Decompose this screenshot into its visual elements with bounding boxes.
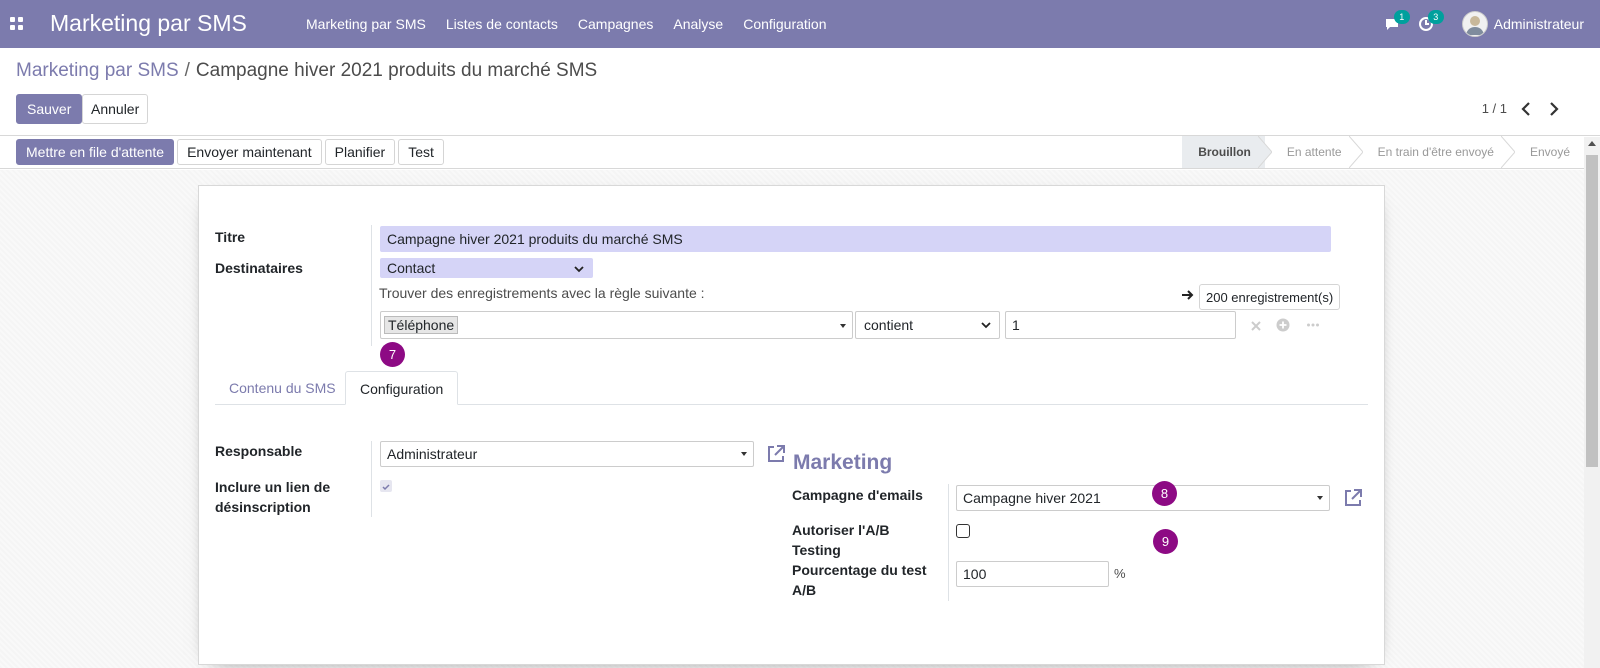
rule-operator-value: contient	[864, 317, 914, 333]
recipients-label: Destinataires	[215, 260, 303, 276]
stage-sent[interactable]: Envoyé	[1508, 136, 1584, 168]
ab-testing-checkbox[interactable]	[956, 524, 970, 538]
menu-item-analysis[interactable]: Analyse	[663, 16, 733, 32]
send-now-button[interactable]: Envoyer maintenant	[177, 139, 322, 165]
next-record-icon[interactable]	[1546, 100, 1562, 118]
stage-sent-label: Envoyé	[1529, 145, 1570, 159]
rule-field-select[interactable]: Téléphone	[380, 311, 853, 339]
rule-field-value: Téléphone	[384, 316, 459, 334]
ab-percent-input[interactable]: 100	[956, 561, 1109, 587]
stage-arrow-icon	[1257, 136, 1272, 168]
action-buttons: Mettre en file d'attente Envoyer mainten…	[16, 139, 444, 165]
apps-menu-icon[interactable]	[10, 17, 24, 31]
breadcrumb-separator: /	[184, 60, 190, 81]
caret-down-icon	[840, 324, 846, 328]
previous-record-icon[interactable]	[1518, 100, 1534, 118]
unsubscribe-checkbox[interactable]	[380, 480, 392, 492]
chevron-down-icon	[981, 322, 991, 329]
stage-draft[interactable]: Brouillon	[1182, 136, 1272, 168]
user-avatar-icon	[1465, 16, 1484, 35]
menu-item-marketing-sms[interactable]: Marketing par SMS	[296, 16, 436, 32]
title-label: Titre	[215, 229, 246, 245]
breadcrumb-current: Campagne hiver 2021 produits du marché S…	[195, 60, 598, 81]
title-field[interactable]: Campagne hiver 2021 produits du marché S…	[380, 226, 1331, 252]
records-count-button[interactable]: 200 enregistrement(s)	[1199, 284, 1341, 310]
responsible-select[interactable]: Administrateur	[380, 441, 754, 467]
domain-hint: Trouver des enregistrements avec la règl…	[379, 285, 705, 301]
activities-count-badge: 3	[1427, 10, 1444, 24]
rule-operator-select[interactable]: contient	[855, 311, 1000, 339]
breadcrumb-parent[interactable]: Marketing par SMS	[16, 60, 179, 81]
ab-percent-label-line1: Pourcentage du test	[792, 562, 927, 578]
stage-arrow-icon	[1348, 136, 1363, 168]
stage-sending[interactable]: En train d'être envoyé	[1356, 136, 1515, 168]
field-divider	[371, 225, 372, 346]
user-name: Administrateur	[1493, 16, 1584, 32]
ab-testing-label-line2: Testing	[792, 542, 841, 558]
email-campaign-value: Campagne hiver 2021	[963, 490, 1101, 506]
main-navbar: Marketing par SMS Marketing par SMS List…	[0, 0, 1600, 48]
recipients-select[interactable]: Contact	[380, 258, 593, 278]
cancel-button[interactable]: Annuler	[82, 94, 149, 124]
rule-value-input[interactable]: 1	[1005, 311, 1236, 339]
scroll-up-icon[interactable]	[1588, 141, 1596, 146]
recipients-value: Contact	[387, 260, 436, 276]
stage-pipeline: Brouillon En attente En train d'être env…	[1182, 136, 1584, 168]
menu-item-contact-lists[interactable]: Listes de contacts	[436, 16, 568, 32]
ab-testing-label-line1: Autoriser l'A/B	[792, 522, 890, 538]
schedule-button[interactable]: Planifier	[324, 139, 396, 165]
email-campaign-label: Campagne d'emails	[792, 487, 923, 503]
step-badge-7: 7	[380, 342, 405, 367]
field-divider	[948, 484, 949, 601]
more-options-icon[interactable]	[1306, 318, 1320, 332]
email-campaign-select[interactable]: Campagne hiver 2021	[956, 485, 1330, 511]
step-badge-8: 8	[1152, 481, 1177, 506]
tab-configuration[interactable]: Configuration	[345, 371, 459, 405]
step-badge-9: 9	[1153, 529, 1178, 554]
marketing-section-title: Marketing	[793, 451, 893, 474]
responsible-value: Administrateur	[387, 446, 478, 462]
responsible-label: Responsable	[215, 443, 303, 459]
unsubscribe-label-line2: désinscription	[215, 499, 311, 515]
caret-down-icon	[1317, 496, 1323, 500]
pager-value[interactable]: 1 / 1	[1482, 101, 1507, 116]
messages-menu[interactable]: 1	[1384, 10, 1410, 32]
menu-item-configuration[interactable]: Configuration	[733, 16, 836, 32]
test-button[interactable]: Test	[398, 139, 444, 165]
stage-arrow-icon	[1500, 136, 1515, 168]
breadcrumb: Marketing par SMS / Campagne hiver 2021 pr…	[16, 60, 597, 82]
caret-down-icon	[741, 452, 747, 456]
ab-percent-label-line2: A/B	[792, 582, 817, 598]
check-icon	[382, 484, 390, 491]
stage-waiting[interactable]: En attente	[1265, 136, 1363, 168]
top-menu: Marketing par SMS Listes de contacts Cam…	[296, 0, 836, 48]
activities-menu[interactable]: 3	[1418, 10, 1444, 32]
scroll-thumb[interactable]	[1586, 155, 1598, 467]
stage-sending-label: En train d'être envoyé	[1377, 145, 1494, 159]
scrollbar[interactable]	[1584, 137, 1600, 668]
messages-count-badge: 1	[1393, 10, 1410, 24]
external-link-icon[interactable]	[1343, 488, 1363, 508]
menu-item-campaigns[interactable]: Campagnes	[568, 16, 664, 32]
delete-rule-icon[interactable]	[1249, 319, 1263, 333]
user-menu[interactable]: Administrateur	[1461, 11, 1600, 37]
stage-draft-label: Brouillon	[1198, 145, 1251, 159]
field-divider	[371, 441, 372, 517]
app-title[interactable]: Marketing par SMS	[50, 10, 247, 37]
avatar	[1461, 11, 1488, 37]
systray: 1 3 Administrateur	[1384, 0, 1600, 48]
external-link-icon[interactable]	[766, 444, 786, 464]
save-button[interactable]: Sauver	[16, 94, 83, 124]
percent-sign: %	[1114, 566, 1126, 581]
arrow-right-icon	[1182, 290, 1194, 300]
status-bar: Mettre en file d'attente Envoyer mainten…	[0, 135, 1600, 169]
queue-button[interactable]: Mettre en file d'attente	[16, 139, 175, 165]
tab-sms-content[interactable]: Contenu du SMS	[215, 371, 350, 405]
unsubscribe-label-line1: Inclure un lien de	[215, 479, 331, 495]
add-rule-icon[interactable]	[1276, 318, 1290, 332]
chevron-down-icon	[574, 266, 584, 273]
stage-waiting-label: En attente	[1286, 145, 1342, 159]
